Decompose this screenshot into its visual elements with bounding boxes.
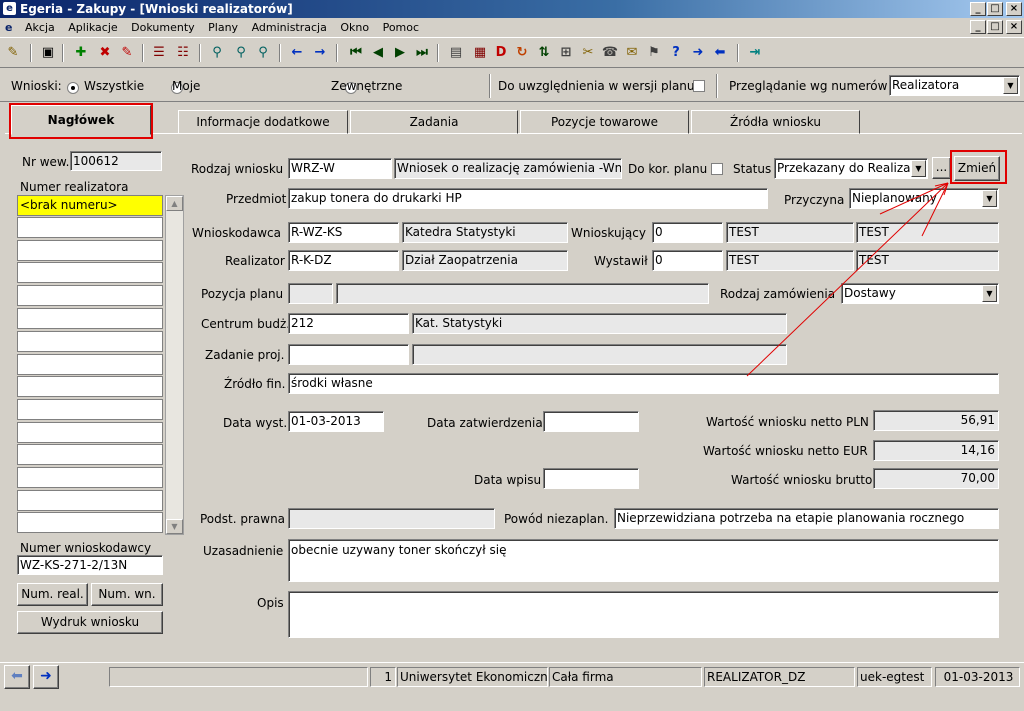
back-icon[interactable]: ⬅ — [4, 665, 30, 689]
status-db: uek-egtest — [857, 667, 932, 687]
annotation-arrows — [746, 182, 949, 377]
status-firm: Cała firma — [549, 667, 702, 687]
status-org: Uniwersytet Ekonomiczny — [397, 667, 548, 687]
status-date: 01-03-2013 — [935, 667, 1020, 687]
tab-highlight — [9, 103, 153, 139]
forward-icon[interactable]: ➜ — [33, 665, 59, 689]
status-num: 1 — [370, 667, 396, 687]
status-role: REALIZATOR_DZ — [704, 667, 855, 687]
status-empty — [109, 667, 368, 687]
